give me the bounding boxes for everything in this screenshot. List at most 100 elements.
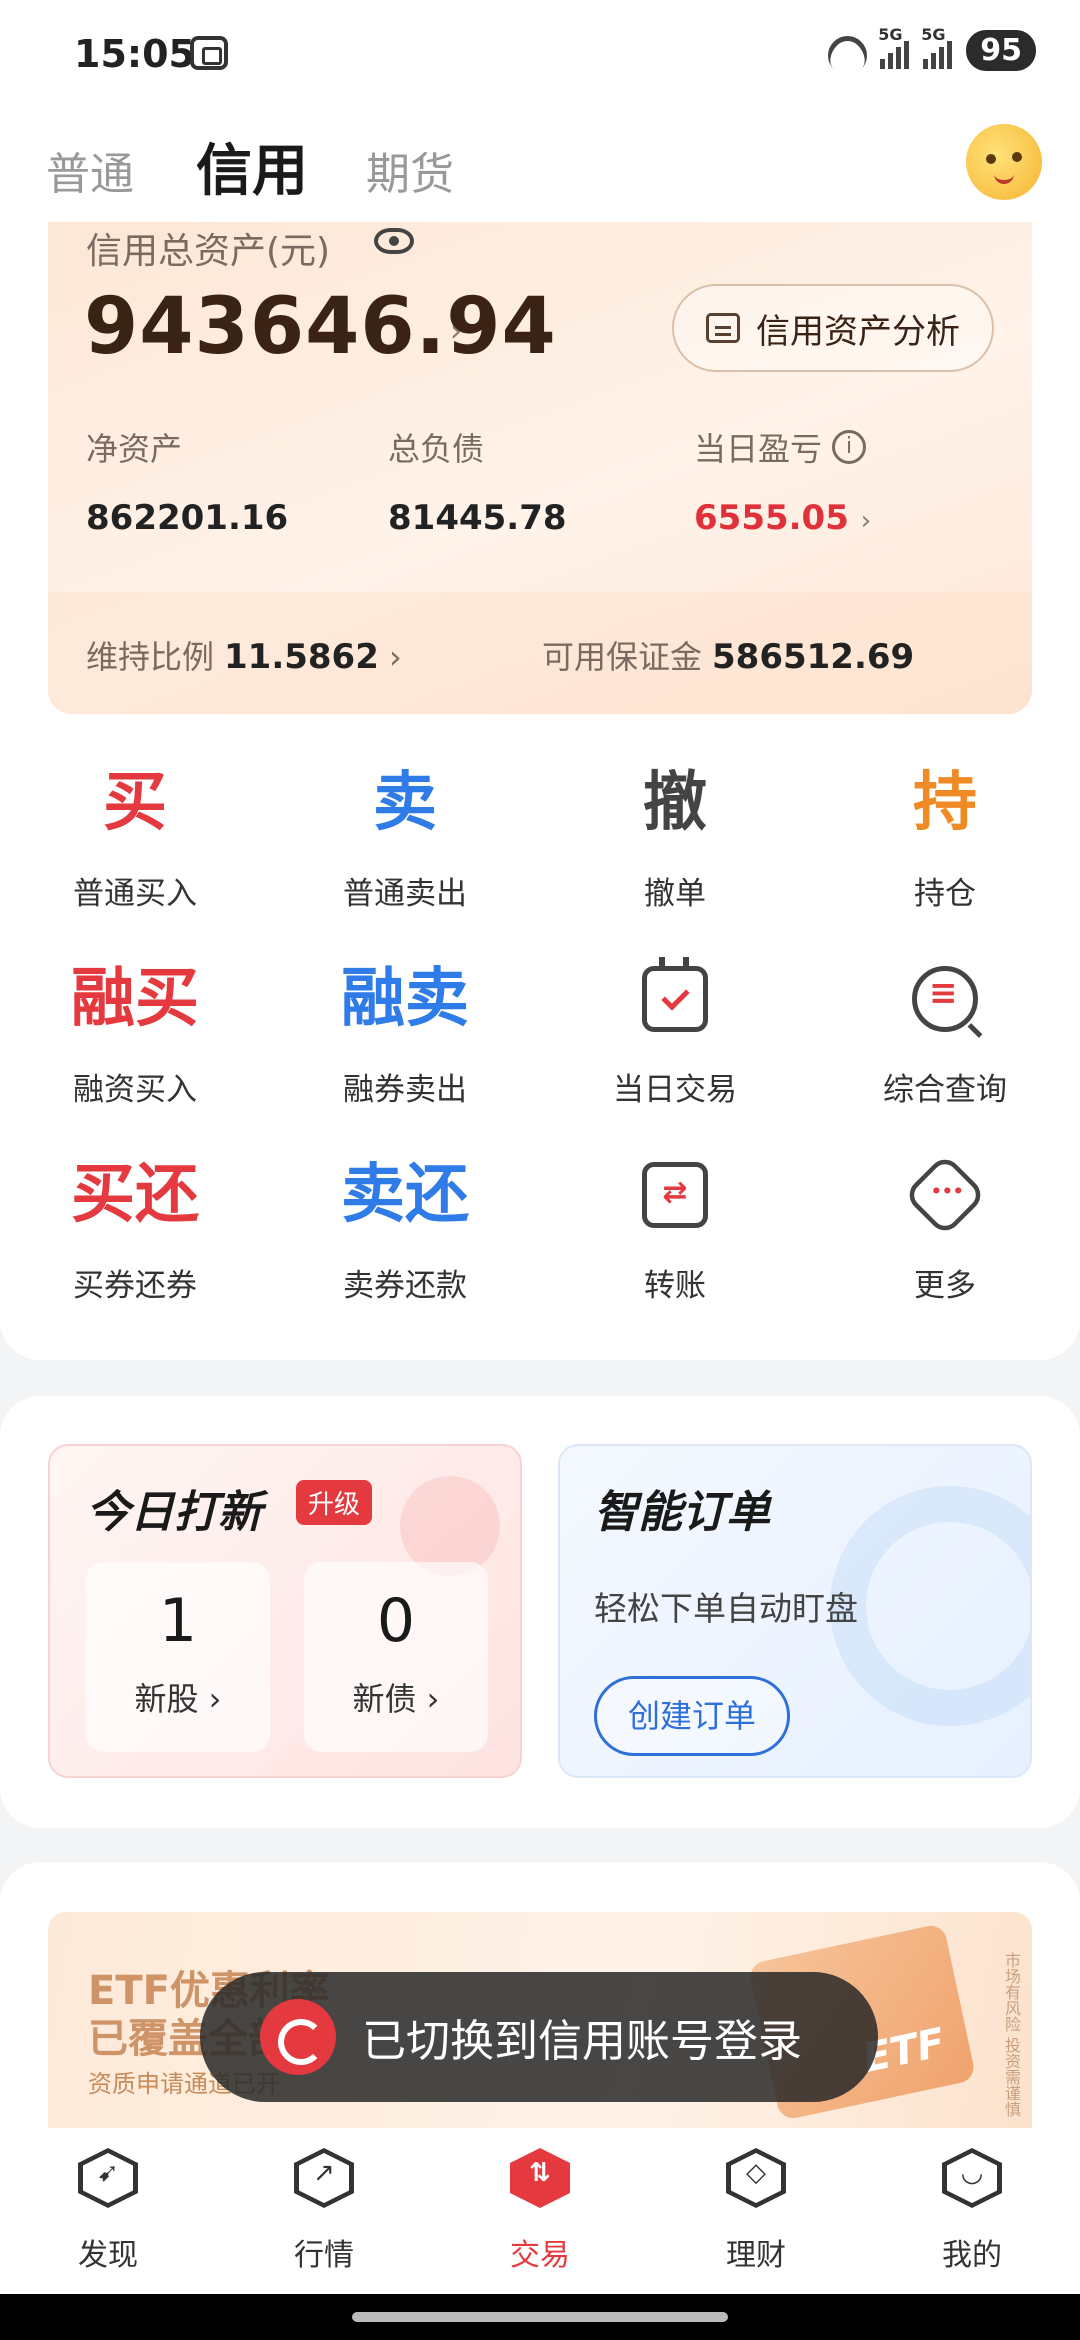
- new-bonds-label: 新债 ›: [352, 1680, 440, 1718]
- status-bar: 15:05 5G 5G 95: [0, 0, 1080, 110]
- tab-credit[interactable]: 信用: [196, 126, 308, 207]
- signal-label: 5G: [921, 24, 946, 44]
- wifi-icon: [826, 34, 866, 68]
- status-time: 15:05: [74, 32, 195, 76]
- daily-pnl-label-row: 当日盈亏 i: [694, 424, 871, 470]
- tab-label: 发现: [78, 2238, 138, 2273]
- profile-glyph: ◡: [960, 2158, 984, 2188]
- daily-pnl-label: 当日盈亏: [694, 430, 823, 468]
- hold-glyph: 持: [913, 766, 977, 840]
- total-debt-stat: 总负债 81445.78: [388, 424, 567, 538]
- toast-text: 已切换到信用账号登录: [362, 2016, 802, 2067]
- action-label: 卖券还款: [343, 1268, 467, 1304]
- new-stocks-box[interactable]: 1 新股 ›: [86, 1562, 270, 1752]
- signal-icon: 5G: [921, 25, 953, 69]
- net-asset-value: 862201.16: [86, 498, 289, 538]
- tab-normal[interactable]: 普通: [46, 138, 134, 202]
- transfer-icon: [642, 1162, 708, 1228]
- tab-profile[interactable]: ◡ 我的: [864, 2148, 1080, 2274]
- asset-analysis-label: 信用资产分析: [756, 311, 960, 352]
- action-sell-repay[interactable]: 卖还 卖券还款: [270, 1152, 540, 1305]
- action-label: 普通卖出: [343, 876, 467, 912]
- status-indicators: 5G 5G 95: [826, 25, 1036, 71]
- ipo-card[interactable]: 今日打新 升级 1 新股 › 0 新债 ›: [48, 1444, 522, 1778]
- action-query[interactable]: 综合查询: [810, 956, 1080, 1109]
- action-label: 普通买入: [73, 876, 197, 912]
- action-label: 综合查询: [883, 1072, 1007, 1108]
- action-buy-return[interactable]: 买还 买券还券: [0, 1152, 270, 1305]
- create-order-button[interactable]: 创建订单: [594, 1676, 790, 1756]
- action-label: 融券卖出: [343, 1072, 467, 1108]
- new-bonds-count: 0: [376, 1586, 416, 1656]
- new-bonds-box[interactable]: 0 新债 ›: [304, 1562, 488, 1752]
- action-normal-sell[interactable]: 卖 普通卖出: [270, 760, 540, 913]
- ipo-title: 今日打新: [86, 1487, 262, 1538]
- action-label: 转账: [644, 1268, 706, 1304]
- action-short-sell[interactable]: 融卖 融券卖出: [270, 956, 540, 1109]
- decoration-circle: [400, 1476, 500, 1576]
- analysis-icon: [706, 313, 740, 343]
- maintain-ratio-label: 维持比例: [86, 638, 215, 676]
- app-logo-icon: [260, 1999, 336, 2075]
- eye-icon[interactable]: [374, 228, 414, 254]
- asset-title: 信用总资产(元): [86, 231, 331, 272]
- chevron-right-icon: ›: [378, 638, 402, 676]
- available-margin-value: 586512.69: [712, 637, 915, 677]
- maintain-ratio-value: 11.5862: [224, 637, 379, 677]
- net-asset-stat: 净资产 862201.16: [86, 424, 288, 538]
- signal-icon: 5G: [878, 25, 910, 69]
- tab-futures[interactable]: 期货: [366, 138, 454, 202]
- trend-glyph: ↗: [313, 2158, 335, 2188]
- tab-label: 行情: [294, 2238, 354, 2273]
- trade-glyph: ⇅: [529, 2158, 551, 2188]
- smart-order-card[interactable]: 智能订单 轻松下单自动盯盘 创建订单: [558, 1444, 1032, 1778]
- info-icon[interactable]: i: [832, 430, 867, 464]
- search-list-icon: [912, 966, 978, 1032]
- signal-label: 5G: [878, 24, 903, 44]
- total-asset-value[interactable]: 943646.94: [84, 282, 557, 372]
- wealth-glyph: ◇: [746, 2158, 766, 2188]
- margin-buy-glyph: 融买: [71, 962, 199, 1036]
- action-normal-buy[interactable]: 买 普通买入: [0, 760, 270, 913]
- action-holdings[interactable]: 持 持仓: [810, 760, 1080, 913]
- maintain-ratio[interactable]: 维持比例 11.5862 ›: [86, 632, 402, 678]
- action-cancel-order[interactable]: 撤 撤单: [540, 760, 810, 913]
- smart-order-title: 智能订单: [594, 1487, 770, 1538]
- sell-glyph: 卖: [373, 766, 437, 840]
- asset-footer: 维持比例 11.5862 › 可用保证金 586512.69: [48, 592, 1032, 714]
- smart-order-desc: 轻松下单自动盯盘: [594, 1589, 858, 1628]
- tab-discover[interactable]: ➹ 发现: [0, 2148, 216, 2274]
- mascot-avatar-icon[interactable]: [966, 124, 1042, 200]
- buy-return-glyph: 买还: [71, 1158, 199, 1232]
- daily-pnl-stat[interactable]: 当日盈亏 i 6555.05 ›: [694, 424, 871, 538]
- home-indicator[interactable]: [352, 2312, 728, 2322]
- upgrade-badge: 升级: [296, 1480, 373, 1525]
- buy-glyph: 买: [103, 766, 167, 840]
- available-margin-label: 可用保证金: [542, 638, 703, 676]
- compass-glyph: ➹: [97, 2158, 119, 2188]
- action-label: 当日交易: [613, 1072, 737, 1108]
- action-margin-buy[interactable]: 融买 融资买入: [0, 956, 270, 1109]
- tab-trade[interactable]: ⇅ 交易: [432, 2148, 648, 2274]
- tab-label: 理财: [726, 2238, 786, 2273]
- action-today-trades[interactable]: 当日交易: [540, 956, 810, 1109]
- login-toast: 已切换到信用账号登录: [200, 1972, 878, 2102]
- tab-market[interactable]: ↗ 行情: [216, 2148, 432, 2274]
- sell-repay-glyph: 卖还: [341, 1158, 469, 1232]
- action-more[interactable]: 更多: [810, 1152, 1080, 1305]
- clock-icon: [830, 1486, 1030, 1726]
- short-sell-glyph: 融卖: [341, 962, 469, 1036]
- asset-analysis-button[interactable]: 信用资产分析: [672, 284, 994, 372]
- action-label: 持仓: [914, 876, 976, 912]
- new-stocks-label: 新股 ›: [134, 1680, 222, 1718]
- action-label: 买券还券: [73, 1268, 197, 1304]
- tab-wealth[interactable]: ◇ 理财: [648, 2148, 864, 2274]
- cancel-glyph: 撤: [643, 766, 707, 840]
- system-nav-bar: [0, 2294, 1080, 2340]
- chevron-right-icon: ›: [450, 314, 462, 349]
- calendar-check-icon: [642, 957, 708, 1032]
- action-transfer[interactable]: 转账: [540, 1152, 810, 1305]
- account-tabs: 普通 信用 期货: [0, 110, 1080, 220]
- risk-note: 市场有风险 投资需谨慎: [1002, 1952, 1021, 2118]
- total-debt-label: 总负债: [388, 430, 485, 468]
